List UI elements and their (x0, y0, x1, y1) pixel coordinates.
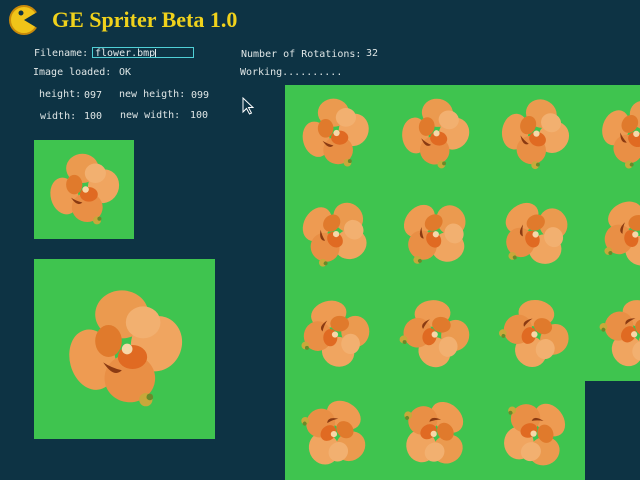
rotated-sprite (301, 400, 366, 465)
sprite-sheet-empty-area (585, 381, 640, 480)
rotated-sprite (302, 202, 367, 267)
rotated-sprite (505, 202, 568, 264)
title-bar: GE Spriter Beta 1.0 (8, 4, 237, 36)
rotations-label: Number of Rotations: (241, 49, 362, 60)
new-height-label: new heigth: (119, 89, 186, 100)
resized-image-preview (34, 259, 215, 439)
image-loaded-label: Image loaded: (33, 67, 112, 78)
rotated-sprite (301, 300, 370, 367)
rotated-sprite (403, 204, 466, 264)
text-caret (155, 48, 157, 57)
filename-value: flower.bmp (95, 48, 156, 58)
new-width-label: new width: (120, 110, 181, 121)
rotated-sprite (302, 98, 369, 167)
image-loaded-value: OK (119, 67, 132, 78)
status-text: Working.......... (240, 67, 343, 78)
mouse-cursor-icon (242, 97, 255, 115)
rotated-sprite (604, 201, 640, 266)
rotated-sprite (599, 300, 640, 367)
filename-input[interactable]: flower.bmp (92, 47, 194, 58)
rotated-sprite (399, 300, 470, 368)
app-title: GE Spriter Beta 1.0 (52, 7, 238, 32)
rotated-sprite (504, 403, 566, 466)
app-logo-icon (9, 5, 39, 35)
new-width-value: 100 (190, 110, 209, 121)
rotated-sprite (501, 99, 570, 170)
original-image-preview (34, 140, 134, 239)
rotated-sprite (404, 401, 464, 464)
rotated-sprite (498, 299, 569, 368)
width-label: width: (40, 111, 77, 122)
flower-image (50, 153, 120, 225)
new-height-value: 099 (191, 90, 210, 101)
rotated-sprite (402, 98, 470, 169)
height-value: 097 (84, 90, 103, 101)
width-value: 100 (84, 111, 103, 122)
rotated-sprite (602, 100, 640, 169)
rotations-value: 32 (366, 48, 379, 59)
height-label: height: (39, 89, 82, 100)
filename-label: Filename: (34, 48, 89, 59)
flower-image-large (69, 290, 183, 407)
